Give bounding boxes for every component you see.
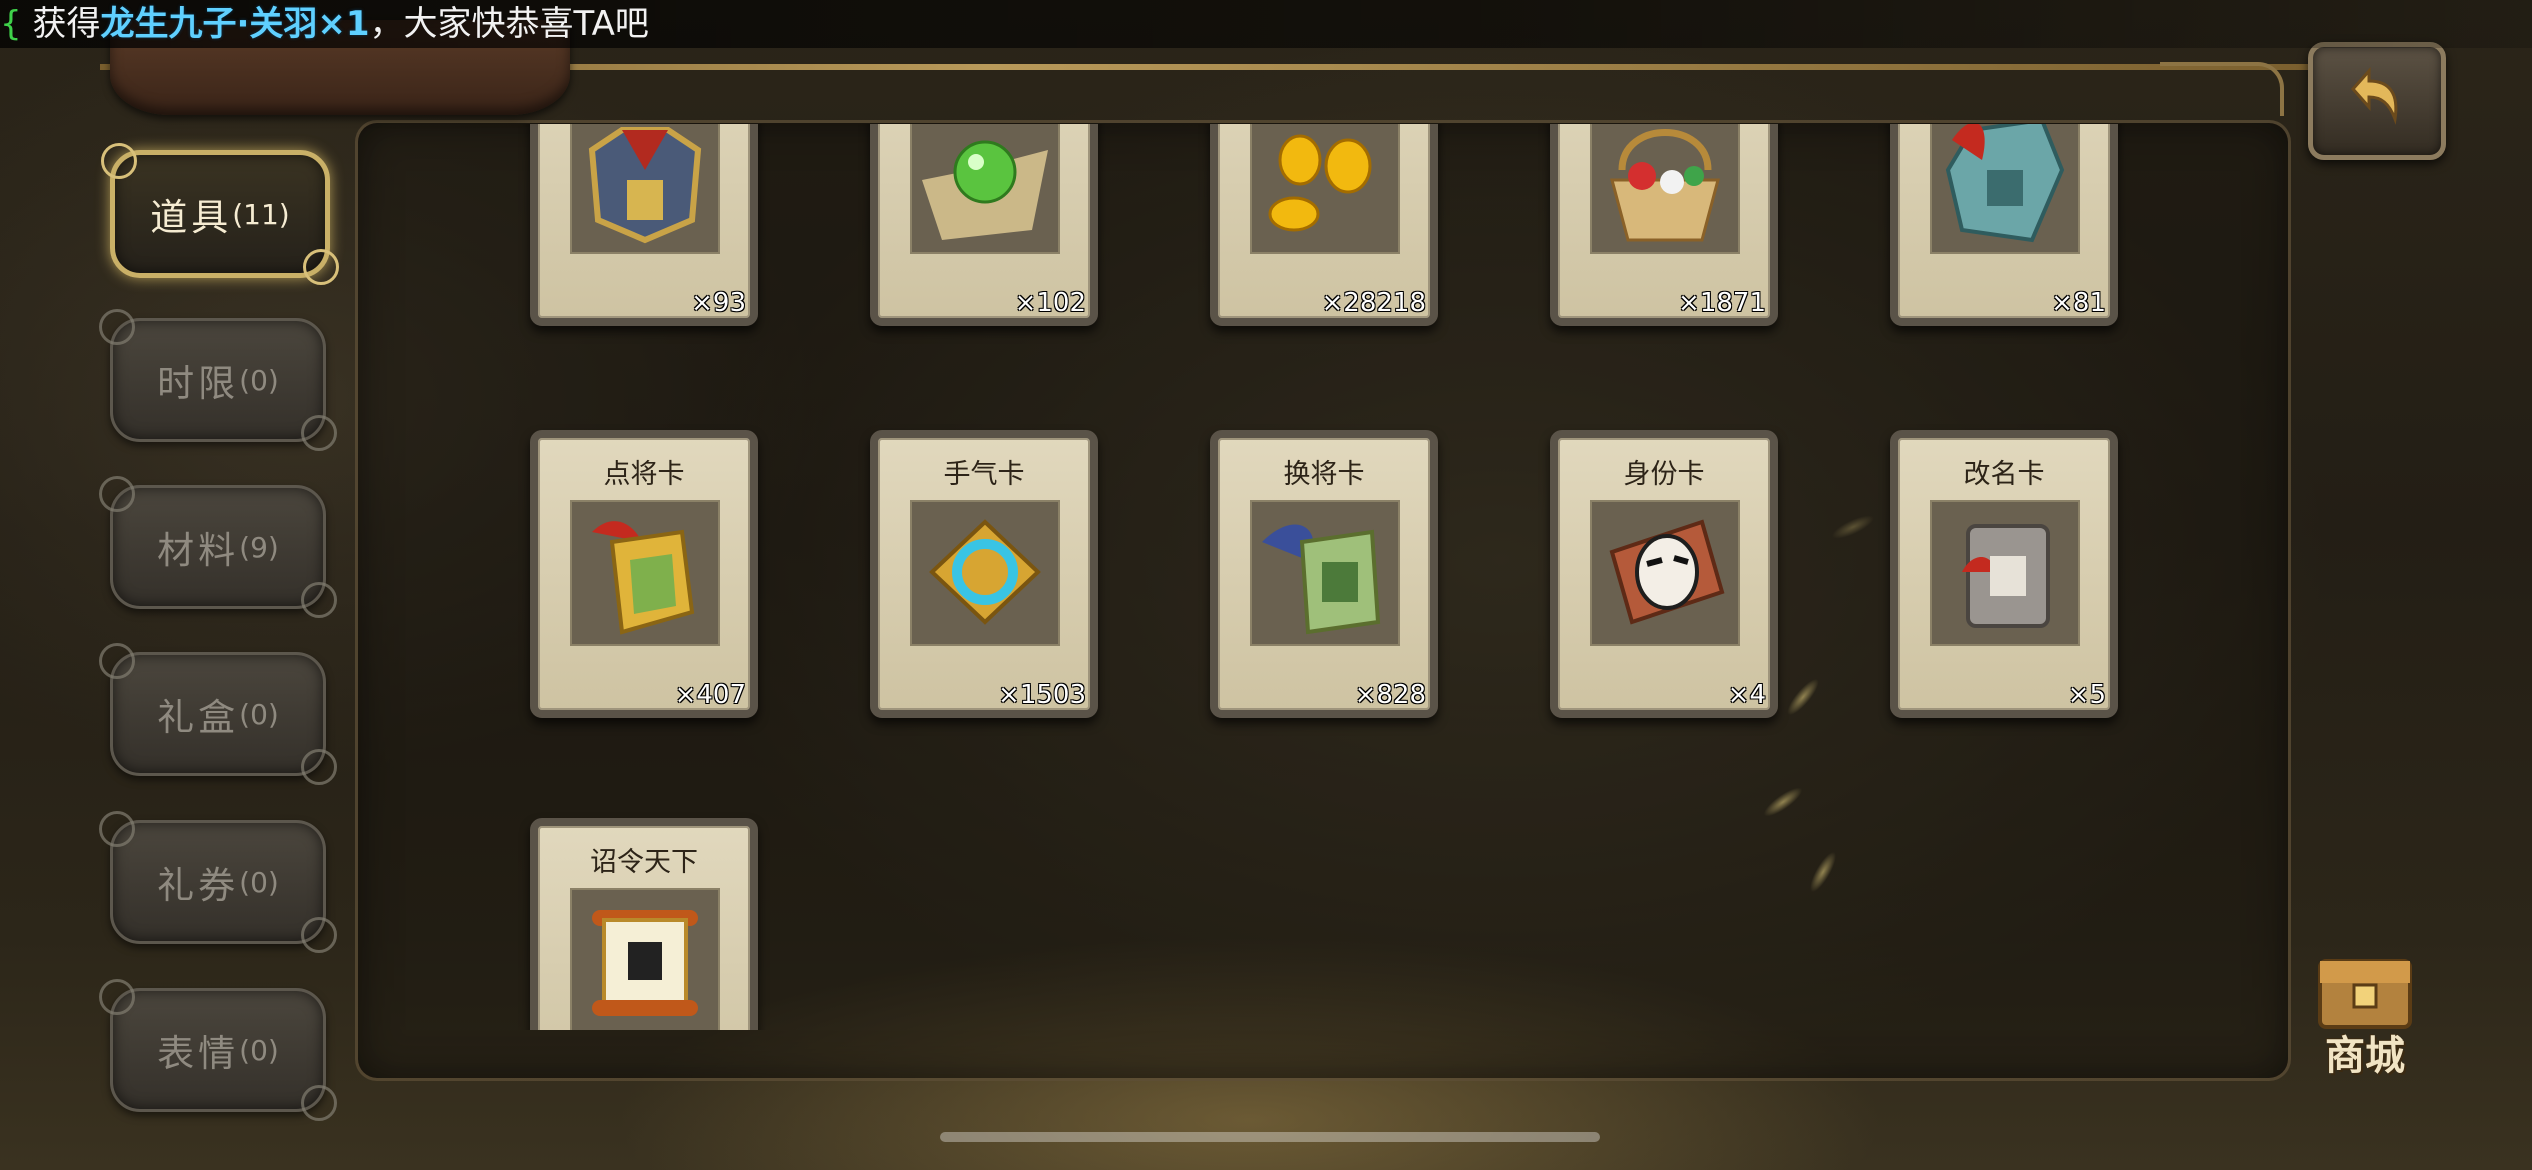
item-quantity: ×1871 <box>1678 288 1766 318</box>
item-name: 改名卡 <box>1963 459 2045 490</box>
item-icon-slot <box>1250 124 1400 254</box>
tab-label: 礼券 <box>157 864 240 907</box>
announcement-bar: { 获得龙生九子·关羽×1，大家快恭喜TA吧 <box>0 0 2532 48</box>
item-name: 身份卡 <box>1623 459 1705 490</box>
item-name: 换将卡 <box>1283 459 1365 490</box>
back-button[interactable] <box>2308 42 2446 160</box>
tab-ornament <box>99 979 135 1015</box>
tab-ornament <box>303 249 339 285</box>
tab-ornament <box>101 143 137 179</box>
tab-ornament <box>301 415 337 451</box>
tab-emotes[interactable]: 表情 (0) <box>99 979 337 1121</box>
item-icon-slot <box>910 500 1060 646</box>
swap-card-icon <box>1262 524 1381 635</box>
tab-count: (11) <box>232 197 290 231</box>
announcement-prefix: 获得 <box>32 4 101 44</box>
item-quantity: ×81 <box>2051 288 2106 318</box>
item-icon-slot <box>1930 124 2080 254</box>
announcement-highlight: 龙生九子·关羽×1 <box>100 4 370 44</box>
mask-card-icon <box>1609 519 1725 625</box>
scroll-icon <box>592 910 698 1016</box>
bag-screen: { 获得龙生九子·关羽×1，大家快恭喜TA吧 包裹 道具(11) 时限(0) 材… <box>0 0 2532 1170</box>
item-icon-slot <box>570 124 720 254</box>
item-icon-slot <box>570 500 720 646</box>
tab-label: 表情 <box>157 1032 240 1075</box>
item-quantity: ×1503 <box>998 680 1086 710</box>
item-icon-slot <box>570 888 720 1030</box>
item-icon-slot <box>1930 500 2080 646</box>
item-icon-slot <box>910 124 1060 254</box>
gold-ingot-icon <box>1268 134 1372 232</box>
tab-ornament <box>99 811 135 847</box>
item-quantity: ×5 <box>2067 680 2106 710</box>
item-card[interactable]: 换将卡 ×828 <box>1210 430 1438 718</box>
shop-button[interactable]: 商城 <box>2290 945 2440 1085</box>
tab-count: (0) <box>239 363 279 397</box>
jade-token-icon <box>1945 124 2065 243</box>
item-quantity: ×93 <box>691 288 746 318</box>
item-name: 诏令天下 <box>590 847 698 878</box>
item-quantity: ×28218 <box>1321 288 1427 318</box>
announcement-suffix: ，大家快恭喜TA吧 <box>369 4 649 44</box>
tab-ornament <box>99 476 135 512</box>
luck-card-icon <box>929 519 1041 625</box>
general-card-icon <box>592 521 695 635</box>
tab-count: (0) <box>239 697 279 731</box>
item-quantity: ×4 <box>1727 680 1766 710</box>
tab-ornament <box>301 917 337 953</box>
tab-ornament <box>301 582 337 618</box>
item-icon-slot <box>1590 500 1740 646</box>
tab-timed[interactable]: 时限 (0) <box>99 309 337 451</box>
frame-corner-ornament <box>2160 62 2284 116</box>
item-card[interactable]: 身份卡 ×4 <box>1550 430 1778 718</box>
item-quantity: ×407 <box>674 680 746 710</box>
announcement-lead: { <box>0 4 22 44</box>
item-card[interactable]: 手气卡 ×1503 <box>870 430 1098 718</box>
rename-card-icon <box>1962 524 2050 628</box>
announcement-text: { 获得龙生九子·关羽×1，大家快恭喜TA吧 <box>0 2 649 46</box>
tab-ornament <box>301 749 337 785</box>
jade-orb-icon <box>922 140 1048 240</box>
tab-gift-box[interactable]: 礼盒 (0) <box>99 643 337 785</box>
item-card[interactable]: 改名卡 ×5 <box>1890 430 2118 718</box>
armor-icon <box>588 127 702 244</box>
tab-gift-voucher[interactable]: 礼券 (0) <box>99 811 337 953</box>
item-icon-slot <box>1250 500 1400 646</box>
tab-count: (0) <box>239 1033 279 1067</box>
item-grid[interactable]: ×93 ×102 ×28218 ×1871 ×81 点将卡 ×407 手气卡 ×… <box>500 124 2280 1030</box>
flower-basket-icon <box>1610 129 1720 242</box>
tab-label: 道具 <box>150 196 233 239</box>
tab-materials[interactable]: 材料 (9) <box>99 476 337 618</box>
item-quantity: ×828 <box>1354 680 1426 710</box>
item-card[interactable]: 点将卡 ×407 <box>530 430 758 718</box>
tab-label: 时限 <box>157 362 240 405</box>
item-card[interactable]: ×93 <box>530 124 758 326</box>
item-card[interactable]: ×28218 <box>1210 124 1438 326</box>
tab-label: 材料 <box>157 529 240 572</box>
back-arrow-icon <box>2350 67 2398 125</box>
tab-ornament <box>99 643 135 679</box>
home-indicator <box>940 1132 1600 1142</box>
tab-count: (9) <box>239 530 279 564</box>
tab-ornament <box>99 309 135 345</box>
item-card[interactable]: ×102 <box>870 124 1098 326</box>
item-icon-slot <box>1590 124 1740 254</box>
tab-items[interactable]: 道具 (11) <box>101 143 339 285</box>
shop-label: 商城 <box>2325 1032 2405 1079</box>
item-quantity: ×102 <box>1014 288 1086 318</box>
item-name: 手气卡 <box>943 459 1025 490</box>
tab-label: 礼盒 <box>157 696 240 739</box>
tab-ornament <box>301 1085 337 1121</box>
tab-count: (0) <box>239 865 279 899</box>
item-card[interactable]: ×1871 <box>1550 124 1778 326</box>
item-name: 点将卡 <box>603 459 685 490</box>
item-card[interactable]: 诏令天下 ×6 <box>530 818 758 1030</box>
item-card[interactable]: ×81 <box>1890 124 2118 326</box>
